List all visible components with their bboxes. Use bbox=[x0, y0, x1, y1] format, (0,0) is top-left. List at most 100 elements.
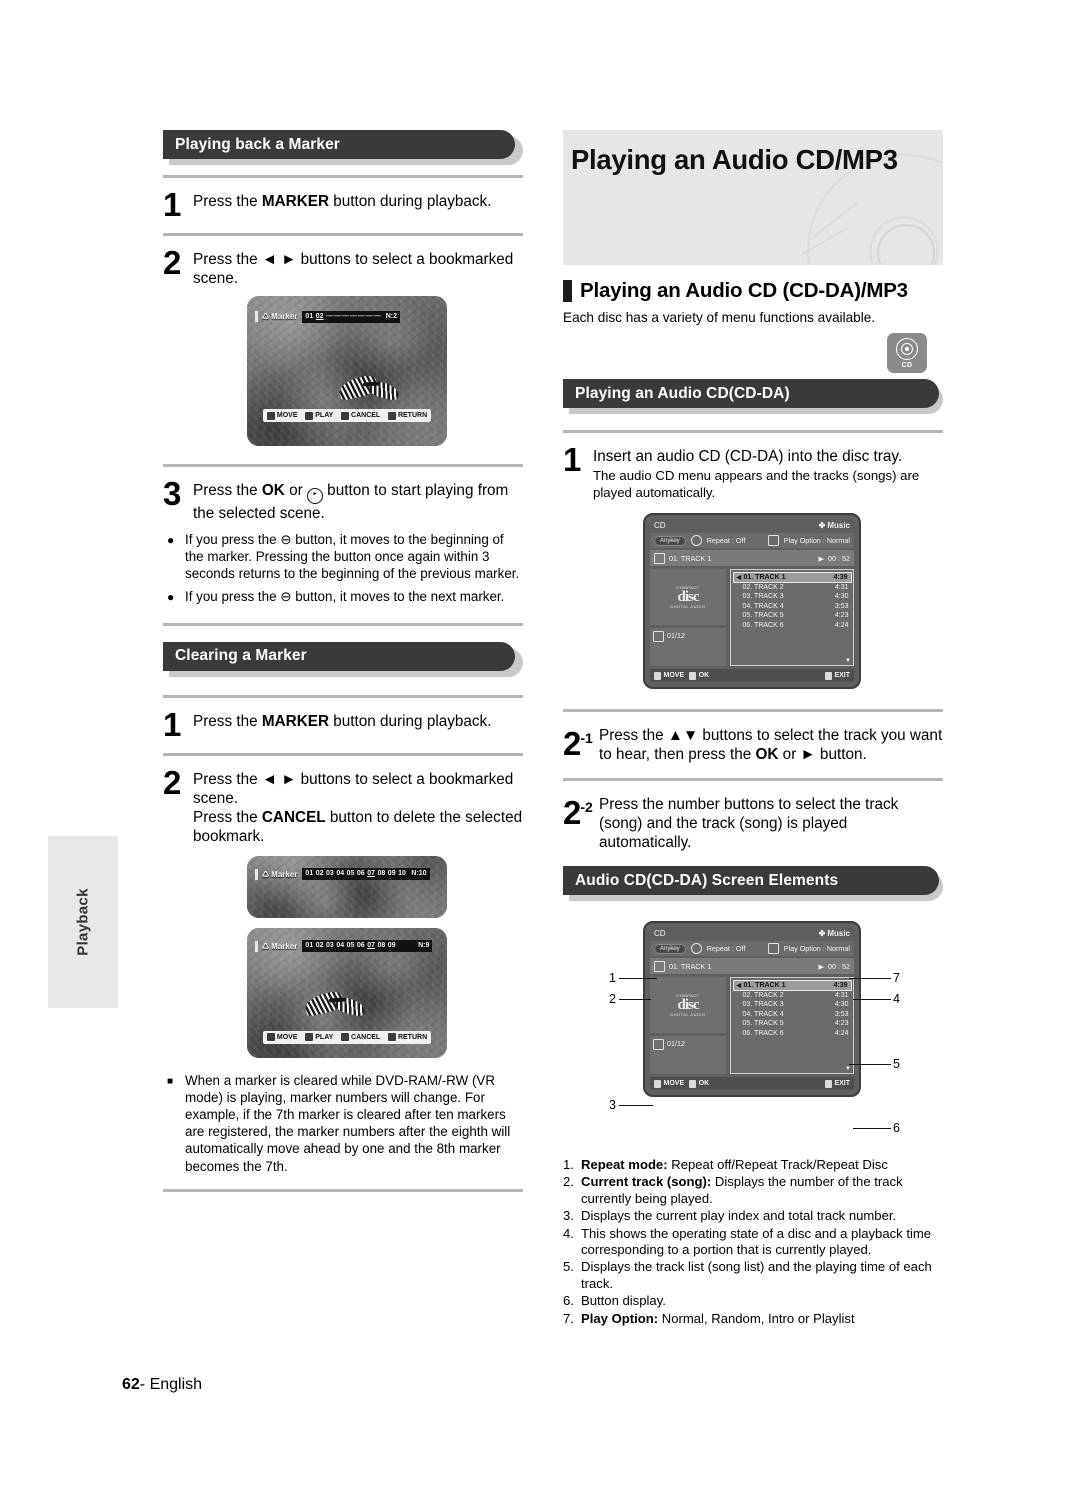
marker-number: 05 bbox=[346, 870, 355, 878]
scroll-down-icon[interactable]: ▼ bbox=[845, 1066, 851, 1072]
footer-dash: - bbox=[139, 1376, 150, 1393]
step-text-before: Press the bbox=[193, 251, 262, 268]
repeat-mode-label[interactable]: Repeat : Off bbox=[707, 944, 746, 953]
description-bold: Current track (song): bbox=[581, 1174, 712, 1190]
track-row[interactable]: 04. TRACK 4 3:53 bbox=[733, 602, 852, 611]
marker-number: 09 bbox=[387, 870, 396, 878]
osd-button-move[interactable]: MOVE bbox=[266, 1033, 298, 1042]
osd-button-cancel[interactable]: CANCEL bbox=[341, 1033, 380, 1042]
audio-cd-screen-annotated: CD ✤ Music Anykey Repeat : Off Play Optio… bbox=[643, 921, 861, 1097]
osd-button-label: RETURN bbox=[397, 412, 428, 419]
play-option-label[interactable]: Play Option : Normal bbox=[784, 536, 850, 545]
marker-number: 04 bbox=[336, 870, 345, 878]
osd-button-return[interactable]: RETURN bbox=[387, 1033, 427, 1042]
cd-disc-type-badge: CD bbox=[887, 333, 927, 373]
track-time: 4:30 bbox=[834, 593, 849, 601]
compact-disc-logo-box: COMPACT disc DIGITAL AUDIO bbox=[650, 569, 726, 625]
description-text: Play Option: Normal, Random, Intro or Pl… bbox=[581, 1311, 855, 1327]
track-row[interactable]: 06. TRACK 6 4:24 bbox=[733, 1028, 852, 1037]
description-number: 6. bbox=[563, 1293, 574, 1309]
track-row[interactable]: 04. TRACK 4 3:53 bbox=[733, 1010, 852, 1019]
compact-disc-logo: COMPACT disc DIGITAL AUDIO bbox=[670, 585, 705, 609]
description-text: Button display. bbox=[581, 1293, 666, 1309]
step-text-before: Press the bbox=[599, 727, 668, 744]
now-playing-track: 01. TRACK 1 bbox=[669, 553, 712, 563]
track-row[interactable]: 05. TRACK 5 4:23 bbox=[733, 611, 852, 620]
play-option-label[interactable]: Play Option : Normal bbox=[784, 944, 850, 953]
bullet-dot-icon: ● bbox=[167, 533, 175, 547]
dpad-icon bbox=[654, 671, 661, 680]
page-footer: 62- English bbox=[122, 1376, 202, 1394]
repeat-icon bbox=[690, 943, 702, 954]
description-text: Repeat mode: Repeat off/Repeat Track/Rep… bbox=[581, 1157, 888, 1173]
cd-screen-button-bar: MOVE OK EXIT bbox=[650, 669, 854, 682]
osd-button-cancel[interactable]: CANCEL bbox=[341, 411, 381, 420]
callout-4: 4 bbox=[893, 992, 900, 1006]
cd-screen-topline: CD ✤ Music bbox=[650, 520, 854, 533]
callout-line-1 bbox=[619, 978, 657, 980]
marker-flag-icon: ♺ bbox=[262, 869, 270, 879]
step-text: Press the ▲▼ buttons to select the track… bbox=[593, 724, 943, 764]
description-bold: Repeat mode: bbox=[581, 1157, 668, 1172]
cd-screen-topline: CD ✤ Music bbox=[650, 928, 854, 941]
bullet-dot-icon: ● bbox=[167, 589, 175, 604]
cd-screen-now-playing-row: 01. TRACK 1 ▶ 00 : 52 bbox=[650, 958, 854, 974]
section-header-body: Audio CD(CD-DA) Screen Elements bbox=[563, 866, 939, 895]
step-number: 2-2 bbox=[563, 793, 593, 829]
marker-osd-bar: ♺ Marker 01 02 — — — — — — — N:2 bbox=[255, 310, 400, 323]
anykey-pill[interactable]: Anykey bbox=[654, 943, 686, 954]
osd-button-play[interactable]: PLAY bbox=[305, 1033, 333, 1042]
step-number: 1 bbox=[163, 705, 181, 743]
track-row[interactable]: ◀ 01. TRACK 1 4:39 bbox=[732, 571, 852, 583]
cd-button-label: EXIT bbox=[834, 672, 850, 679]
step-text-after: button. bbox=[815, 746, 867, 763]
marker-tick bbox=[255, 868, 258, 880]
footer-language: English bbox=[149, 1376, 203, 1393]
cancel-key-icon bbox=[341, 1033, 350, 1042]
repeat-mode-label[interactable]: Repeat : Off bbox=[707, 536, 746, 545]
ok-button-label: OK bbox=[755, 746, 779, 763]
speaker-icon bbox=[654, 552, 665, 564]
anykey-pill[interactable]: Anykey bbox=[654, 535, 686, 546]
track-row[interactable]: 05. TRACK 5 4:23 bbox=[733, 1019, 852, 1028]
step-number-main: 2 bbox=[563, 725, 581, 762]
cd-button-ok[interactable]: OK bbox=[689, 1079, 709, 1088]
cd-button-ok[interactable]: OK bbox=[689, 671, 709, 680]
track-row[interactable]: ◀ 01. TRACK 1 4:39 bbox=[732, 979, 852, 991]
right-column: Playing an Audio CD/MP3 Playing an Audio… bbox=[563, 130, 943, 1328]
step-text-mid2: or bbox=[778, 746, 801, 763]
callout-line-2 bbox=[619, 999, 651, 1001]
cd-button-move[interactable]: MOVE bbox=[654, 671, 684, 680]
track-row[interactable]: 02. TRACK 2 4:31 bbox=[733, 583, 852, 592]
scroll-down-icon[interactable]: ▼ bbox=[845, 658, 851, 664]
osd-button-return[interactable]: RETURN bbox=[387, 411, 428, 420]
chapter-banner: Playing an Audio CD/MP3 bbox=[563, 130, 943, 265]
track-list[interactable]: ◀ 01. TRACK 1 4:39 02. TRACK 2 4:31 03. TRA… bbox=[730, 977, 854, 1074]
audio-cd-screen: CD ✤ Music Anykey Repeat : Off Play Optio… bbox=[643, 513, 861, 689]
cd-button-move[interactable]: MOVE bbox=[654, 1079, 685, 1088]
osd-button-move[interactable]: MOVE bbox=[266, 411, 298, 420]
section-header-playing-back-marker: Playing back a Marker bbox=[163, 130, 523, 165]
marker-number: 01 bbox=[305, 312, 314, 320]
cd-button-exit[interactable]: EXIT bbox=[824, 1079, 850, 1088]
track-row[interactable]: 03. TRACK 3 4:30 bbox=[733, 1000, 852, 1009]
cd-button-exit[interactable]: EXIT bbox=[824, 671, 850, 680]
side-tab-playback: Playback bbox=[48, 836, 118, 1008]
track-time: 4:24 bbox=[834, 1029, 849, 1037]
description-body: Repeat off/Repeat Track/Repeat Disc bbox=[667, 1157, 888, 1172]
osd-button-label: CANCEL bbox=[351, 412, 381, 419]
bullet-text: If you press the ⊖ button, it moves to t… bbox=[185, 588, 505, 604]
step-text: Press the ◄ ► buttons to select a bookma… bbox=[193, 248, 523, 288]
osd-button-play[interactable]: PLAY bbox=[305, 411, 333, 420]
section-header-body: Clearing a Marker bbox=[163, 641, 515, 671]
description-text: Displays the track list (song list) and … bbox=[581, 1259, 932, 1291]
track-time: 4:24 bbox=[834, 621, 849, 629]
track-list[interactable]: ◀ 01. TRACK 1 4:39 02. TRACK 2 4:31 03. TRA… bbox=[730, 569, 854, 666]
cd-screen-mode-label: Music bbox=[827, 929, 850, 938]
marker-number: 08 bbox=[377, 870, 386, 878]
track-row[interactable]: 02. TRACK 2 4:31 bbox=[733, 991, 852, 1000]
cd-button-label: MOVE bbox=[663, 1080, 685, 1087]
track-row[interactable]: 06. TRACK 6 4:24 bbox=[733, 620, 852, 629]
track-row[interactable]: 03. TRACK 3 4:30 bbox=[733, 592, 852, 601]
cd-screen-body: COMPACT disc DIGITAL AUDIO 01/12 ◀ 01. TR… bbox=[650, 569, 854, 666]
